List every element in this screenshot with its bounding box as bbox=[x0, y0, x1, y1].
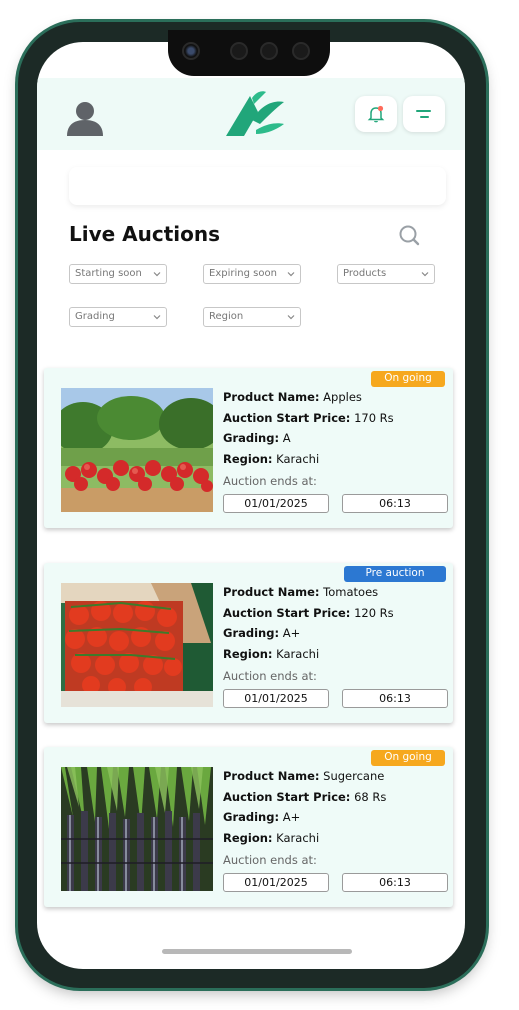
app-screen: Live Auctions Starting soon Expiring soo… bbox=[37, 42, 465, 969]
filter-grading[interactable]: Grading bbox=[69, 307, 167, 327]
auction-card[interactable]: Pre auction Product Name: Tomatoes Aucti bbox=[44, 563, 453, 723]
app-header bbox=[37, 78, 465, 150]
product-image bbox=[61, 388, 213, 512]
chevron-down-icon bbox=[153, 272, 161, 277]
menu-button[interactable] bbox=[403, 96, 445, 132]
chevron-down-icon bbox=[421, 272, 429, 277]
filter-label: Expiring soon bbox=[209, 268, 277, 279]
grading-row: Grading: A bbox=[223, 431, 291, 445]
product-name-row: Product Name: Sugercane bbox=[223, 769, 385, 783]
leaf-logo-icon bbox=[226, 91, 284, 136]
ends-at-label: Auction ends at: bbox=[223, 474, 317, 488]
end-date-field: 01/01/2025 bbox=[223, 873, 329, 892]
filter-region[interactable]: Region bbox=[203, 307, 301, 327]
product-image bbox=[61, 583, 213, 707]
filter-label: Starting soon bbox=[75, 268, 142, 279]
end-time-field: 06:13 bbox=[342, 689, 448, 708]
region-row: Region: Karachi bbox=[223, 647, 320, 661]
grading-row: Grading: A+ bbox=[223, 626, 301, 640]
start-price-row: Auction Start Price: 170 Rs bbox=[223, 411, 394, 425]
product-name-row: Product Name: Tomatoes bbox=[223, 585, 379, 599]
region-row: Region: Karachi bbox=[223, 452, 320, 466]
end-date-field: 01/01/2025 bbox=[223, 689, 329, 708]
start-price-row: Auction Start Price: 120 Rs bbox=[223, 606, 394, 620]
product-name-row: Product Name: Apples bbox=[223, 390, 362, 404]
sensor-icon bbox=[260, 42, 278, 60]
chevron-down-icon bbox=[153, 315, 161, 320]
auction-card[interactable]: On going Product Name: Apples Auction St… bbox=[44, 368, 453, 528]
promo-banner[interactable] bbox=[69, 167, 446, 205]
sensor-icon bbox=[292, 42, 310, 60]
product-image bbox=[61, 767, 213, 891]
grading-row: Grading: A+ bbox=[223, 810, 301, 824]
chevron-down-icon bbox=[287, 315, 295, 320]
status-badge: On going bbox=[371, 750, 445, 766]
sensor-icon bbox=[230, 42, 248, 60]
home-indicator[interactable] bbox=[162, 949, 352, 954]
user-avatar-icon[interactable] bbox=[65, 98, 105, 138]
page-title: Live Auctions bbox=[69, 222, 221, 246]
ends-at-label: Auction ends at: bbox=[223, 853, 317, 867]
filter-products[interactable]: Products bbox=[337, 264, 435, 284]
notifications-button[interactable] bbox=[355, 96, 397, 132]
chevron-down-icon bbox=[287, 272, 295, 277]
auction-card[interactable]: On going Product Name: Sugercane Auction… bbox=[44, 747, 453, 907]
status-badge: Pre auction bbox=[344, 566, 446, 582]
filter-label: Grading bbox=[75, 311, 115, 322]
camera-icon bbox=[182, 42, 200, 60]
end-time-field: 06:13 bbox=[342, 873, 448, 892]
phone-notch bbox=[168, 30, 330, 76]
filter-expiring-soon[interactable]: Expiring soon bbox=[203, 264, 301, 284]
bell-icon bbox=[367, 105, 385, 123]
filter-starting-soon[interactable]: Starting soon bbox=[69, 264, 167, 284]
search-icon[interactable] bbox=[398, 224, 422, 248]
start-price-row: Auction Start Price: 68 Rs bbox=[223, 790, 387, 804]
menu-icon bbox=[416, 110, 431, 118]
region-row: Region: Karachi bbox=[223, 831, 320, 845]
filter-label: Products bbox=[343, 268, 387, 279]
ends-at-label: Auction ends at: bbox=[223, 669, 317, 683]
end-date-field: 01/01/2025 bbox=[223, 494, 329, 513]
filter-label: Region bbox=[209, 311, 244, 322]
end-time-field: 06:13 bbox=[342, 494, 448, 513]
status-badge: On going bbox=[371, 371, 445, 387]
